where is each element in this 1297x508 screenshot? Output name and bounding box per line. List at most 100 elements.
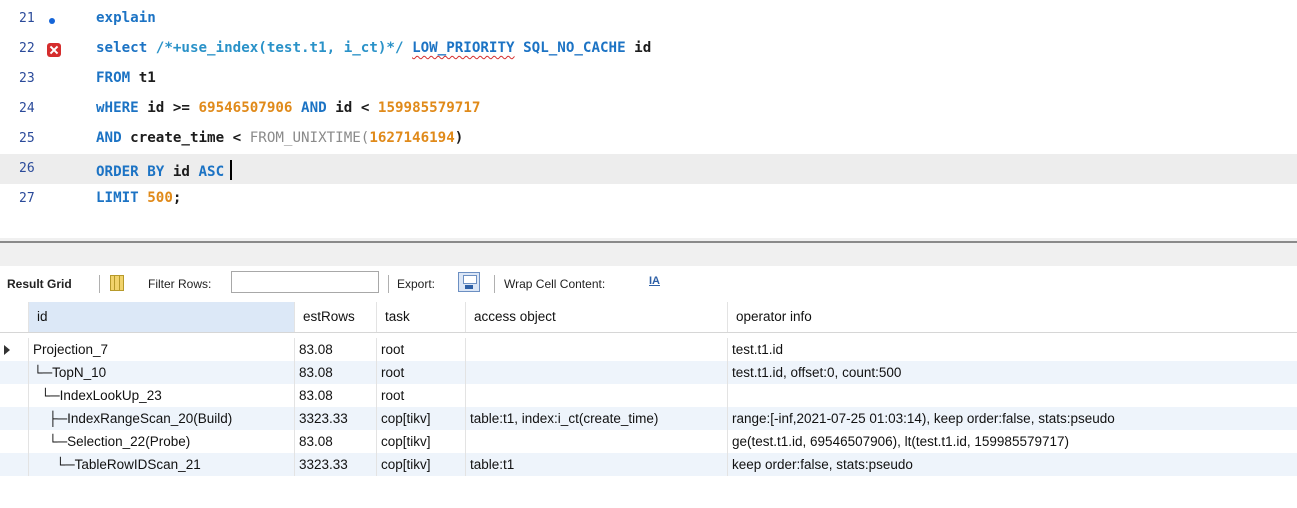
cell-operator-info[interactable]: test.t1.id	[728, 338, 1297, 361]
line-number: 27	[19, 191, 35, 206]
cell-operator-info[interactable]: keep order:false, stats:pseudo	[728, 453, 1297, 476]
wrap-cell-label: Wrap Cell Content:	[504, 277, 606, 291]
cell-id[interactable]: └─Selection_22(Probe)	[29, 430, 295, 453]
row-indicator[interactable]	[0, 453, 29, 476]
code-text[interactable]: select /*+use_index(test.t1, i_ct)*/ LOW…	[96, 40, 651, 56]
column-header[interactable]: task	[377, 302, 466, 332]
filter-rows-input[interactable]	[231, 271, 379, 293]
cell-est-rows[interactable]: 83.08	[295, 361, 377, 384]
filter-rows-label: Filter Rows:	[148, 277, 212, 291]
code-token: AND	[301, 100, 327, 116]
row-indicator[interactable]	[0, 338, 29, 361]
sql-editor[interactable]: 21 explain 22 select /*+use_index(test.t1, …	[0, 0, 1297, 235]
row-indicator[interactable]	[0, 407, 29, 430]
code-text[interactable]: ORDER BY id ASC	[96, 160, 233, 180]
export-label: Export:	[397, 277, 436, 291]
cell-est-rows[interactable]: 83.08	[295, 338, 377, 361]
cell-id[interactable]: └─TopN_10	[29, 361, 295, 384]
cell-est-rows[interactable]: 3323.33	[295, 453, 377, 476]
code-token: LOW_PRIORITY	[412, 40, 515, 56]
text-cursor	[230, 160, 233, 180]
code-token: AND	[96, 130, 122, 146]
line-number: 24	[19, 101, 35, 116]
code-token: 500	[147, 190, 173, 206]
column-header[interactable]: id	[29, 302, 295, 332]
cell-task[interactable]: cop[tikv]	[377, 407, 466, 430]
code-token: 159985579717	[377, 100, 481, 116]
table-row[interactable]: └─IndexLookUp_23 83.08 root	[0, 384, 1297, 407]
code-line[interactable]: 27 LIMIT 500;	[0, 184, 1297, 214]
code-line[interactable]: 22 select /*+use_index(test.t1, i_ct)*/ L…	[0, 34, 1297, 64]
code-token: create_time <	[121, 130, 250, 146]
code-token: SQL_NO_CACHE	[523, 40, 626, 56]
code-text[interactable]: wHERE id >= 69546507906 AND id < 1599855…	[96, 100, 480, 116]
row-indicator-header	[0, 302, 29, 332]
code-token: ASC	[198, 164, 225, 180]
pane-splitter[interactable]	[0, 238, 1297, 266]
row-indicator[interactable]	[0, 430, 29, 453]
column-header[interactable]: estRows	[295, 302, 377, 332]
toolbar-separator	[99, 275, 100, 293]
cell-est-rows[interactable]: 3323.33	[295, 407, 377, 430]
cell-est-rows[interactable]: 83.08	[295, 430, 377, 453]
code-token: ;	[172, 190, 182, 206]
code-token: wHERE	[96, 100, 139, 116]
code-token: id	[625, 40, 652, 56]
column-header[interactable]: access object	[466, 302, 728, 332]
current-row-icon	[4, 345, 10, 355]
cell-task[interactable]: cop[tikv]	[377, 453, 466, 476]
cell-access-object[interactable]	[466, 361, 728, 384]
cell-est-rows[interactable]: 83.08	[295, 384, 377, 407]
line-number: 22	[19, 41, 35, 56]
cell-task[interactable]: root	[377, 361, 466, 384]
cell-operator-info[interactable]: ge(test.t1.id, 69546507906), lt(test.t1.…	[728, 430, 1297, 453]
cell-operator-info[interactable]: range:[-inf,2021-07-25 01:03:14), keep o…	[728, 407, 1297, 430]
wrap-cell-icon[interactable]: IA	[649, 275, 660, 287]
cell-access-object[interactable]	[466, 384, 728, 407]
code-token: explain	[96, 10, 156, 26]
code-token: /*+use_index(test.t1, i_ct)*/	[155, 40, 404, 56]
export-icon[interactable]	[458, 272, 480, 292]
code-token: t1	[130, 70, 156, 86]
table-row[interactable]: └─TableRowIDScan_21 3323.33 cop[tikv] table…	[0, 453, 1297, 476]
code-token: id	[164, 164, 199, 180]
code-line[interactable]: 25 AND create_time < FROM_UNIXTIME(162714…	[0, 124, 1297, 154]
code-token: )	[454, 130, 464, 146]
cell-operator-info[interactable]	[728, 384, 1297, 407]
table-row[interactable]: └─TopN_10 83.08 root test.t1.id, offset:0, …	[0, 361, 1297, 384]
line-number: 26	[19, 161, 35, 176]
table-row[interactable]: ├─IndexRangeScan_20(Build) 3323.33 cop[tik…	[0, 407, 1297, 430]
code-text[interactable]: explain	[96, 10, 156, 26]
cell-id[interactable]: ├─IndexRangeScan_20(Build)	[29, 407, 295, 430]
code-line[interactable]: 26 ORDER BY id ASC	[0, 154, 1297, 184]
cell-access-object[interactable]	[466, 338, 728, 361]
cell-task[interactable]: cop[tikv]	[377, 430, 466, 453]
statement-marker-icon	[49, 18, 55, 24]
row-indicator[interactable]	[0, 361, 29, 384]
table-row[interactable]: └─Selection_22(Probe) 83.08 cop[tikv] ge(te…	[0, 430, 1297, 453]
code-text[interactable]: LIMIT 500;	[96, 190, 181, 206]
grid-view-icon[interactable]	[110, 275, 124, 291]
code-text[interactable]: AND create_time < FROM_UNIXTIME(16271461…	[96, 130, 463, 146]
syntax-error-icon[interactable]	[47, 43, 61, 57]
cell-id[interactable]: └─TableRowIDScan_21	[29, 453, 295, 476]
cell-id[interactable]: └─IndexLookUp_23	[29, 384, 295, 407]
table-row[interactable]: Projection_7 83.08 root test.t1.id	[0, 338, 1297, 361]
row-indicator[interactable]	[0, 384, 29, 407]
cell-operator-info[interactable]: test.t1.id, offset:0, count:500	[728, 361, 1297, 384]
code-text[interactable]: FROM t1	[96, 70, 156, 86]
grid-header-row: id estRows task access object operator info	[0, 302, 1297, 333]
column-header[interactable]: operator info	[728, 302, 1297, 332]
cell-id[interactable]: Projection_7	[29, 338, 295, 361]
cell-task[interactable]: root	[377, 338, 466, 361]
code-line[interactable]: 21 explain	[0, 4, 1297, 34]
cell-access-object[interactable]	[466, 430, 728, 453]
code-line[interactable]: 23 FROM t1	[0, 64, 1297, 94]
cell-access-object[interactable]: table:t1	[466, 453, 728, 476]
code-line[interactable]: 24 wHERE id >= 69546507906 AND id < 15998…	[0, 94, 1297, 124]
result-grid-tab[interactable]: Result Grid	[7, 277, 72, 291]
cell-task[interactable]: root	[377, 384, 466, 407]
cell-access-object[interactable]: table:t1, index:i_ct(create_time)	[466, 407, 728, 430]
